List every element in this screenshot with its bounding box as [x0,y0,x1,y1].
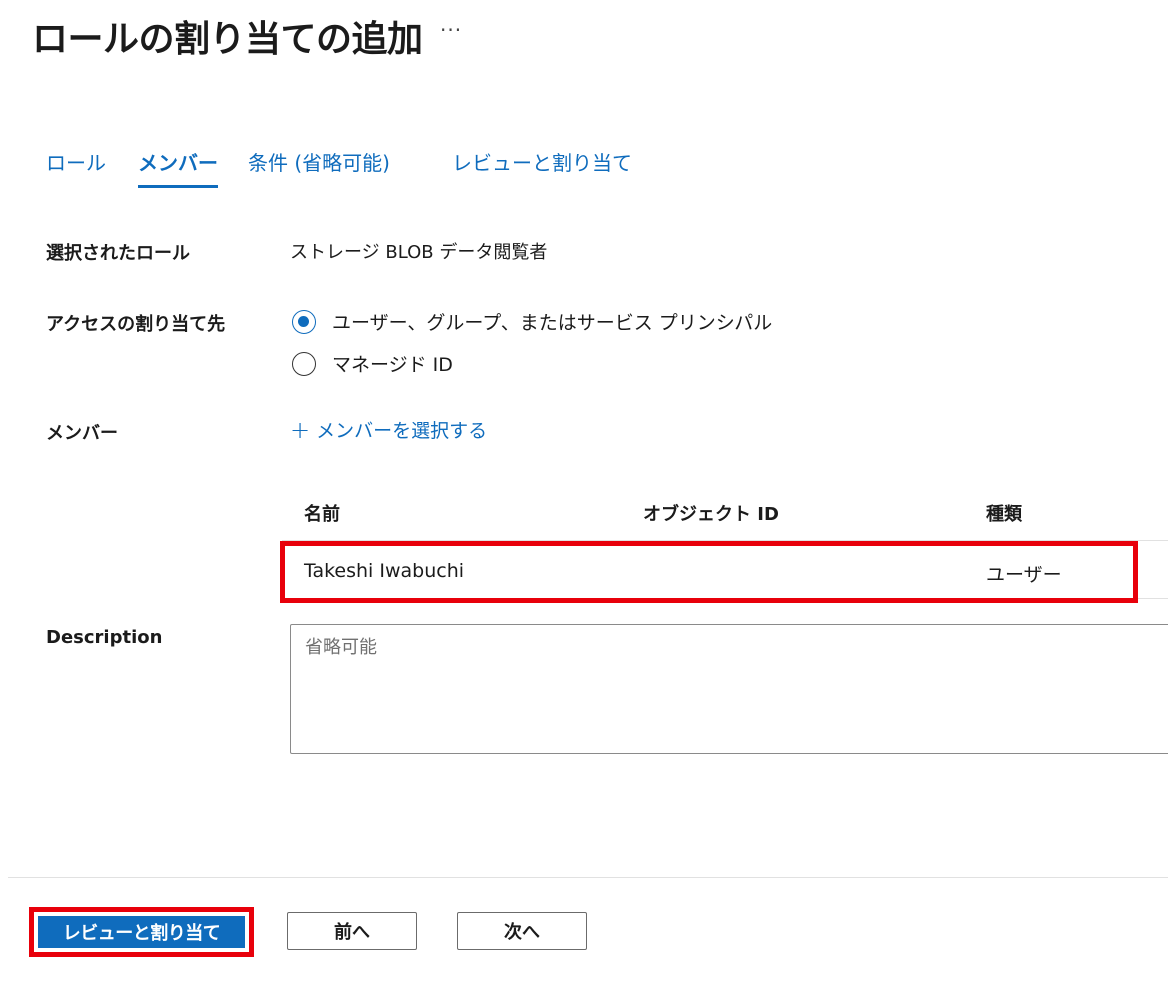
description-field[interactable] [290,624,1168,754]
review-assign-highlight: レビューと割り当て [29,907,254,957]
description-label: Description [46,627,163,648]
next-button[interactable]: 次へ [457,912,587,950]
table-row[interactable] [280,541,1138,603]
selected-role-label: 選択されたロール [46,243,190,264]
review-assign-button[interactable]: レビューと割り当て [38,916,245,948]
radio-option-user-group-sp[interactable]: ユーザー、グループ、またはサービス プリンシパル [292,308,772,335]
select-members-link[interactable]: + メンバーを選択する [290,416,487,443]
tab-review-assign[interactable]: レビューと割り当て [452,147,632,186]
tab-conditions[interactable]: 条件 (省略可能) [248,147,390,186]
radio-option-label: マネージド ID [332,354,453,376]
tab-members[interactable]: メンバー [138,147,218,188]
page-title: ロールの割り当ての追加 [32,19,423,60]
radio-option-label: ユーザー、グループ、またはサービス プリンシパル [332,312,773,334]
more-options-icon[interactable]: ··· [440,18,462,42]
assign-access-label: アクセスの割り当て先 [46,314,226,335]
footer-divider [8,877,1168,878]
tab-role[interactable]: ロール [46,147,106,186]
radio-option-managed-id[interactable]: マネージド ID [292,350,453,377]
radio-button[interactable] [292,351,316,376]
column-header-name: 名前 [304,504,340,525]
radio-button-checked[interactable] [292,309,316,334]
members-label: メンバー [46,423,118,444]
plus-icon: + [290,415,311,444]
column-header-object-id: オブジェクト ID [643,504,779,525]
page: ロールの割り当ての追加 ··· ロール メンバー 条件 (省略可能) レビューと… [0,0,1168,983]
select-members-label: メンバーを選択する [316,420,488,442]
column-header-type: 種類 [986,504,1022,525]
previous-button[interactable]: 前へ [287,912,417,950]
selected-role-value: ストレージ BLOB データ閲覧者 [290,242,548,263]
